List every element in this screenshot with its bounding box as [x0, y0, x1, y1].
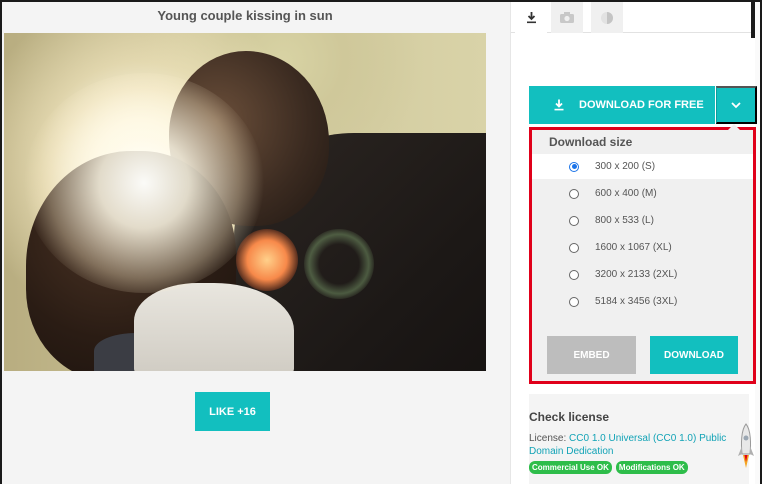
- download-icon: [554, 99, 564, 111]
- download-button[interactable]: DOWNLOAD: [650, 336, 738, 374]
- license-prefix: License:: [529, 433, 570, 444]
- license-title: Check license: [529, 410, 610, 424]
- size-option-label: 5184 x 3456 (3XL): [595, 296, 678, 307]
- download-for-free-label: DOWNLOAD FOR FREE: [579, 99, 704, 111]
- photo-image[interactable]: [4, 33, 486, 371]
- modifications-badge: Modifications OK: [615, 461, 688, 474]
- size-option-2xl[interactable]: 3200 x 2133 (2XL): [532, 262, 753, 287]
- size-radio[interactable]: [569, 296, 579, 307]
- license-section: Check license License: CC0 1.0 Universal…: [529, 394, 749, 484]
- photo-lens-flare: [236, 229, 298, 291]
- size-option-3xl[interactable]: 5184 x 3456 (3XL): [532, 289, 753, 314]
- size-option-label: 3200 x 2133 (2XL): [595, 269, 678, 280]
- size-option-label: 1600 x 1067 (XL): [595, 242, 672, 253]
- size-radio[interactable]: [569, 269, 579, 280]
- photo-scarf: [134, 283, 294, 371]
- size-option-s[interactable]: 300 x 200 (S): [532, 154, 753, 179]
- tab-camera[interactable]: [551, 2, 583, 33]
- size-option-label: 600 x 400 (M): [595, 188, 657, 199]
- size-radio[interactable]: [569, 161, 579, 172]
- scrollbar-thumb[interactable]: [751, 2, 755, 38]
- download-icon: [526, 12, 536, 24]
- tab-contrast[interactable]: [591, 2, 623, 33]
- contrast-icon: [601, 11, 613, 24]
- commercial-use-badge: Commercial Use OK: [529, 461, 612, 474]
- size-option-label: 800 x 533 (L): [595, 215, 654, 226]
- camera-icon: [560, 12, 574, 23]
- download-for-free-button[interactable]: DOWNLOAD FOR FREE: [529, 86, 715, 124]
- license-text: License: CC0 1.0 Universal (CC0 1.0) Pub…: [529, 432, 739, 458]
- size-option-label: 300 x 200 (S): [595, 161, 656, 172]
- chevron-down-icon: [731, 102, 741, 109]
- size-option-xl[interactable]: 1600 x 1067 (XL): [532, 235, 753, 260]
- download-size-dropdown: Download size 300 x 200 (S) 600 x 400 (M…: [529, 124, 756, 384]
- tab-download[interactable]: [515, 2, 547, 33]
- download-panel: DOWNLOAD FOR FREE Download size 300 x 20…: [510, 2, 760, 484]
- embed-button[interactable]: EMBED: [547, 336, 636, 374]
- photo-title: Young couple kissing in sun: [157, 8, 333, 23]
- photo-area: Young couple kissing in sun LIKE +16: [2, 2, 510, 484]
- download-size-toggle[interactable]: [716, 86, 757, 124]
- rocket-icon[interactable]: [736, 422, 756, 472]
- size-option-m[interactable]: 600 x 400 (M): [532, 181, 753, 206]
- photo-sun-glare: [24, 73, 264, 293]
- dropdown-caret: [728, 124, 740, 130]
- size-option-l[interactable]: 800 x 533 (L): [532, 208, 753, 233]
- size-radio[interactable]: [569, 188, 579, 199]
- size-radio[interactable]: [569, 242, 579, 253]
- panel-tabs: [511, 2, 755, 33]
- download-size-title: Download size: [549, 135, 633, 149]
- like-button[interactable]: LIKE +16: [195, 392, 270, 431]
- size-radio[interactable]: [569, 215, 579, 226]
- photo-lens-flare-ring: [304, 229, 374, 299]
- page-frame: Young couple kissing in sun LIKE +16 DOW…: [0, 0, 762, 484]
- scrollbar-track[interactable]: [755, 2, 760, 484]
- license-badges: Commercial Use OK Modifications OK: [529, 461, 688, 474]
